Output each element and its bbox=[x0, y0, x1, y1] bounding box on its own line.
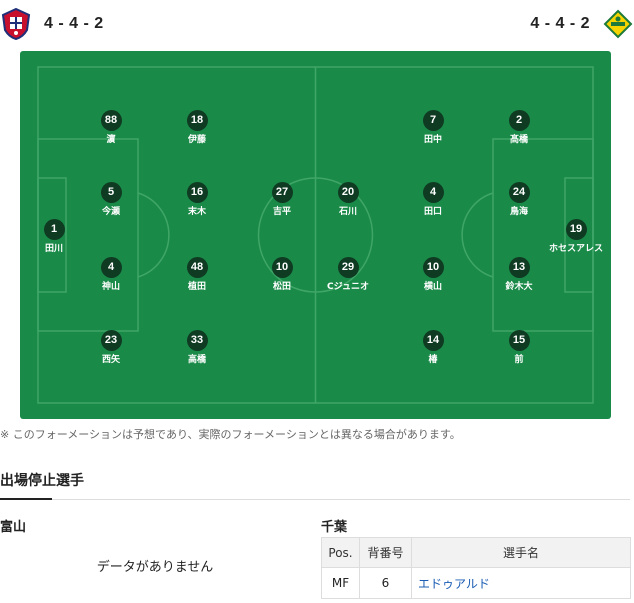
player-number: 33 bbox=[186, 330, 208, 351]
cell-position: MF bbox=[321, 567, 360, 599]
away-team-header: 4 - 4 - 2 bbox=[530, 8, 634, 40]
home-player[interactable]: 48 植田 bbox=[157, 255, 237, 292]
home-team-name: 富山 bbox=[0, 520, 27, 535]
player-link[interactable]: エドゥアルド bbox=[411, 567, 631, 599]
column-header-position: Pos. bbox=[321, 537, 360, 568]
player-name: 高橋 bbox=[187, 355, 206, 365]
away-player[interactable]: 19 ホセスアレス bbox=[536, 217, 616, 254]
away-player[interactable]: 29 Cジュニオ bbox=[308, 255, 388, 292]
away-player[interactable]: 15 前 bbox=[479, 328, 559, 365]
table-header-row: Pos. 背番号 選手名 bbox=[321, 537, 631, 568]
player-number: 1 bbox=[43, 219, 65, 240]
player-number: 10 bbox=[271, 257, 293, 278]
home-no-data-message: データがありません bbox=[96, 560, 214, 575]
player-number: 88 bbox=[100, 110, 122, 131]
away-suspension-table: Pos. 背番号 選手名 MF 6 エドゥアルド bbox=[321, 537, 631, 599]
player-name: 椿 bbox=[428, 355, 438, 365]
away-player[interactable]: 13 鈴木大 bbox=[479, 255, 559, 292]
player-name: 田中 bbox=[423, 135, 442, 145]
player-number: 7 bbox=[422, 110, 444, 131]
away-player[interactable]: 24 鳥海 bbox=[479, 180, 559, 217]
player-number: 23 bbox=[100, 330, 122, 351]
away-player[interactable]: 20 石川 bbox=[308, 180, 388, 217]
player-name: 髙橋 bbox=[509, 135, 528, 145]
home-player[interactable]: 1 田川 bbox=[14, 217, 94, 254]
player-name: 田口 bbox=[423, 207, 442, 217]
formation-disclaimer: ※ このフォーメーションは予想であり、実際のフォーメーションとは異なる場合があり… bbox=[0, 428, 461, 441]
player-name: ホセスアレス bbox=[548, 244, 603, 254]
player-name: 西矢 bbox=[101, 355, 120, 365]
away-player[interactable]: 14 椿 bbox=[393, 328, 473, 365]
home-formation: 4 - 4 - 2 bbox=[44, 15, 104, 32]
home-player[interactable]: 88 濵 bbox=[71, 108, 151, 145]
column-header-number: 背番号 bbox=[359, 537, 412, 568]
player-name: 田川 bbox=[44, 244, 63, 254]
player-number: 4 bbox=[100, 257, 122, 278]
chiba-crest-icon bbox=[602, 8, 634, 40]
away-player[interactable]: 4 田口 bbox=[393, 180, 473, 217]
player-name: 植田 bbox=[187, 282, 206, 292]
player-name: 鈴木大 bbox=[505, 282, 533, 292]
player-name: 濵 bbox=[106, 135, 116, 145]
player-name: 前 bbox=[514, 355, 524, 365]
away-player[interactable]: 10 横山 bbox=[393, 255, 473, 292]
player-number: 24 bbox=[508, 182, 530, 203]
player-name: 末木 bbox=[187, 207, 206, 217]
player-number: 15 bbox=[508, 330, 530, 351]
player-name: 今瀬 bbox=[101, 207, 120, 217]
player-number: 20 bbox=[337, 182, 359, 203]
toyama-crest-icon bbox=[0, 8, 32, 40]
player-number: 5 bbox=[100, 182, 122, 203]
home-player[interactable]: 18 伊藤 bbox=[157, 108, 237, 145]
away-formation: 4 - 4 - 2 bbox=[530, 15, 590, 32]
player-number: 18 bbox=[186, 110, 208, 131]
away-player[interactable]: 2 髙橋 bbox=[479, 108, 559, 145]
suspension-section-title: 出場停止選手 bbox=[0, 473, 84, 489]
section-divider-accent bbox=[0, 498, 52, 500]
player-number: 48 bbox=[186, 257, 208, 278]
away-team-name: 千葉 bbox=[321, 520, 348, 535]
player-number: 4 bbox=[422, 182, 444, 203]
home-player[interactable]: 4 神山 bbox=[71, 255, 151, 292]
player-name: 神山 bbox=[101, 282, 120, 292]
player-number: 10 bbox=[422, 257, 444, 278]
column-header-player: 選手名 bbox=[411, 537, 631, 568]
player-number: 16 bbox=[186, 182, 208, 203]
player-number: 29 bbox=[337, 257, 359, 278]
home-team-header: 4 - 4 - 2 bbox=[0, 8, 104, 40]
player-number: 27 bbox=[271, 182, 293, 203]
cell-number: 6 bbox=[359, 567, 412, 599]
home-player[interactable]: 23 西矢 bbox=[71, 328, 151, 365]
player-name: Cジュニオ bbox=[327, 282, 369, 292]
player-name: 鳥海 bbox=[509, 207, 528, 217]
section-divider bbox=[0, 499, 630, 500]
player-number: 19 bbox=[565, 219, 587, 240]
player-number: 13 bbox=[508, 257, 530, 278]
player-name: 横山 bbox=[423, 282, 442, 292]
player-number: 2 bbox=[508, 110, 530, 131]
home-player[interactable]: 33 高橋 bbox=[157, 328, 237, 365]
player-name: 伊藤 bbox=[187, 135, 206, 145]
player-number: 14 bbox=[422, 330, 444, 351]
home-player[interactable]: 16 末木 bbox=[157, 180, 237, 217]
table-row: MF 6 エドゥアルド bbox=[321, 567, 631, 599]
away-player[interactable]: 7 田中 bbox=[393, 108, 473, 145]
player-name: 石川 bbox=[338, 207, 357, 217]
home-player[interactable]: 5 今瀬 bbox=[71, 180, 151, 217]
formation-pitch: 88 濵 18 伊藤 5 今瀬 16 末木 27 吉平 1 田川 4 神山 48… bbox=[20, 51, 611, 419]
